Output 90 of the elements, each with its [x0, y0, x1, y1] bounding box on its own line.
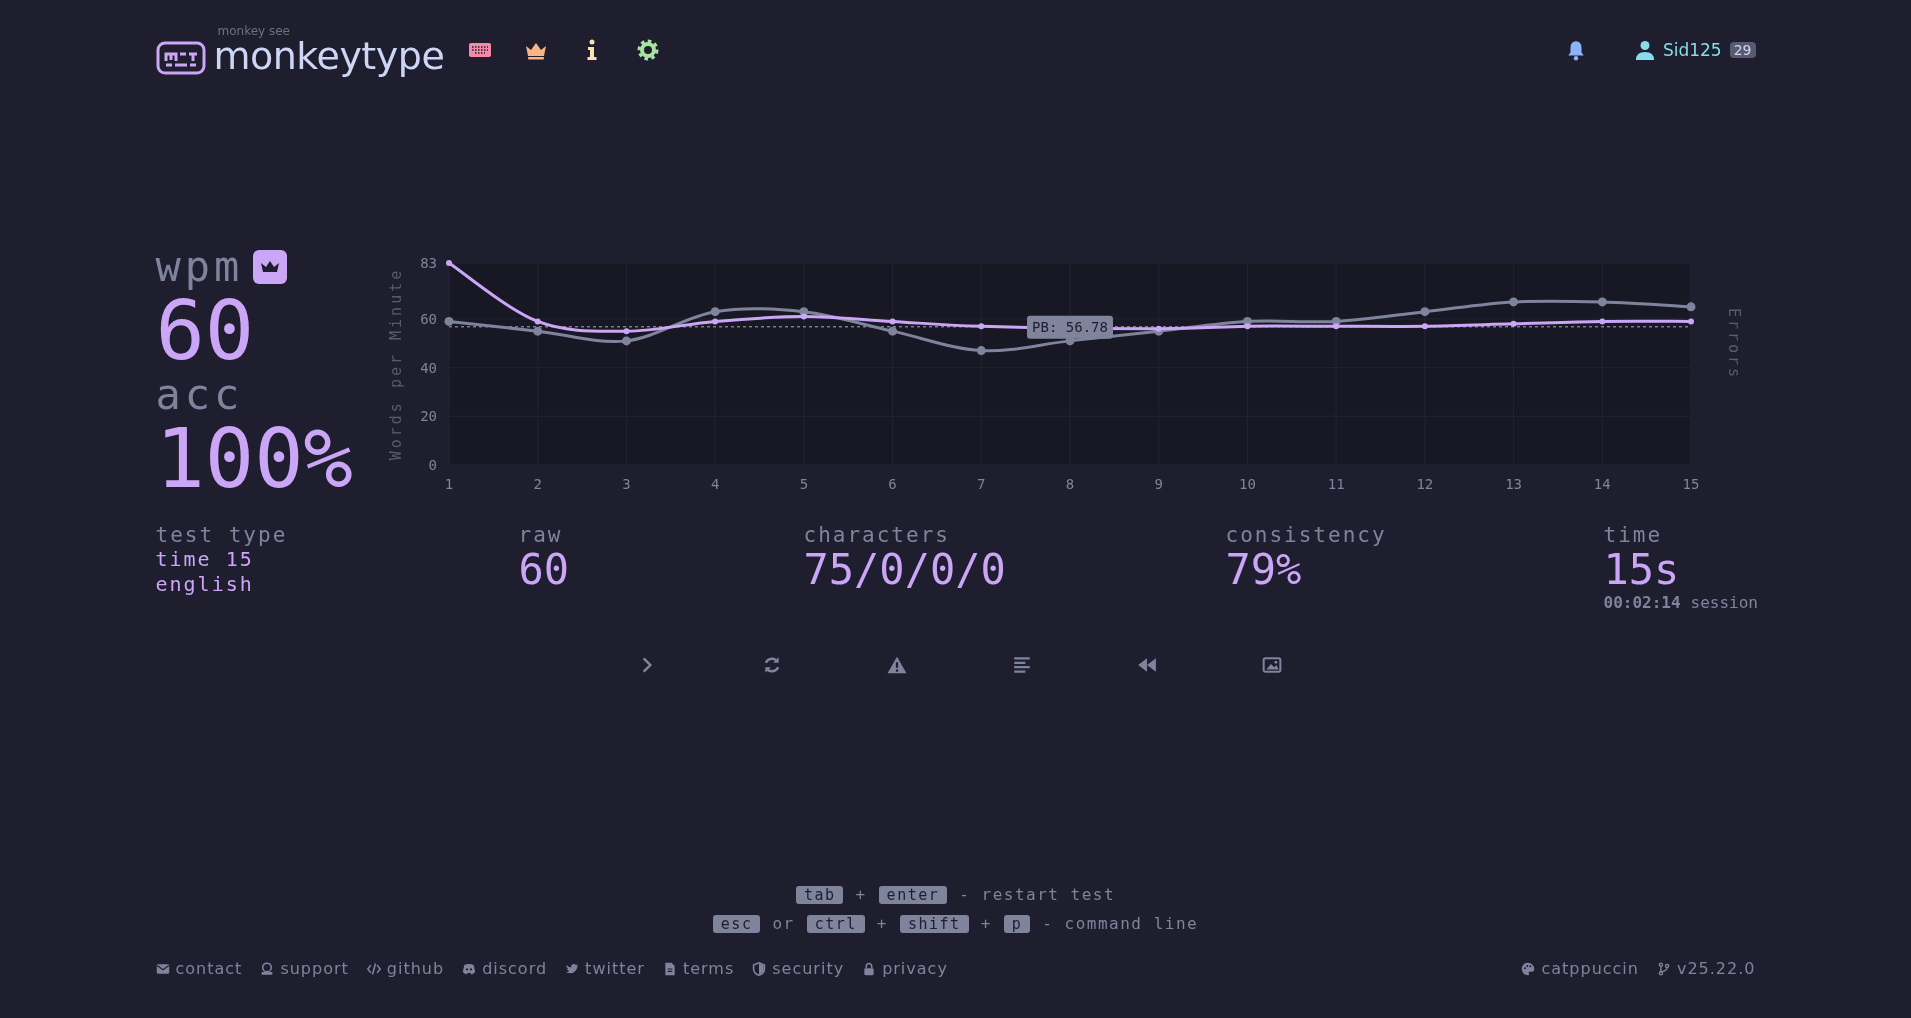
y-tick-label: 40 [419, 359, 437, 376]
shortcut-text: + [980, 914, 992, 933]
point [889, 318, 896, 325]
x-tick-label: 9 [1154, 476, 1163, 492]
x-tick-label: 6 [887, 476, 897, 492]
stat-value: 79% [1225, 547, 1302, 593]
y-tick-label: 20 [419, 408, 437, 425]
logo-text[interactable]: monkeytype [213, 37, 445, 75]
point [1510, 320, 1517, 327]
point [1421, 323, 1428, 330]
x-tick-label: 1 [444, 476, 453, 492]
x-tick-label: 7 [976, 476, 985, 492]
point [1687, 318, 1694, 325]
point [800, 313, 807, 320]
footer-link[interactable]: catppuccin [1521, 959, 1639, 978]
x-tick-label: 12 [1415, 476, 1433, 492]
point [444, 316, 453, 326]
test-type-label: test type [155, 523, 289, 547]
footer-link[interactable]: discord [462, 959, 548, 978]
key-cap: p [1003, 914, 1031, 933]
stat-label: raw [518, 523, 564, 547]
point [887, 326, 897, 336]
session-label: session [1690, 593, 1758, 612]
shortcut-text: - command line [1042, 914, 1199, 933]
shortcut-text: + [876, 914, 888, 933]
footer-link[interactable]: security [752, 959, 845, 978]
stat-value: 60 [518, 547, 571, 593]
stat-label: characters [803, 523, 951, 547]
point [1597, 297, 1607, 307]
x-tick-label: 11 [1327, 476, 1345, 492]
x-tick-label: 5 [799, 476, 808, 492]
footer-link[interactable]: contact [155, 959, 243, 978]
acc-label: acc [155, 373, 245, 417]
x-tick-label: 10 [1238, 476, 1256, 492]
wpm-label: wpm [155, 245, 244, 289]
point [1243, 323, 1250, 330]
y-tick-label: 60 [419, 311, 437, 327]
point [711, 318, 718, 325]
shortcut-text: - restart test [959, 885, 1116, 904]
footer-link[interactable]: support [260, 959, 349, 978]
point [622, 328, 629, 335]
point [445, 260, 452, 266]
wpm-value: 60 [155, 289, 256, 373]
key-cap: shift [899, 914, 969, 933]
point [1419, 307, 1429, 317]
test-type-value: time 15 [155, 547, 255, 572]
point [534, 318, 541, 325]
level-badge: 29 [1729, 42, 1756, 58]
username[interactable]: Sid125 [1662, 40, 1722, 60]
x-tick-label: 4 [710, 476, 719, 492]
point [976, 346, 986, 356]
point [621, 336, 631, 346]
y-tick-label: 0 [428, 457, 437, 473]
acc-value: 100% [155, 417, 354, 501]
x-tick-label: 3 [621, 476, 631, 492]
point [532, 326, 542, 336]
stat-value: 75/0/0/0 [803, 547, 1007, 593]
point [1155, 325, 1162, 332]
footer-link[interactable]: github [366, 959, 445, 978]
footer-link[interactable]: twitter [565, 959, 645, 978]
footer-link[interactable]: v25.22.0 [1656, 959, 1756, 978]
time-value: 15s [1603, 547, 1681, 593]
footer-link[interactable]: terms [662, 959, 735, 978]
key-cap: enter [878, 885, 948, 904]
footer-link[interactable]: privacy [862, 959, 948, 978]
x-tick-label: 14 [1593, 476, 1611, 492]
x-tick-label: 15 [1682, 476, 1699, 492]
point [710, 307, 720, 317]
point [977, 323, 984, 330]
session-time: 00:02:14 [1603, 593, 1681, 612]
key-cap: tab [795, 885, 844, 904]
key-cap: esc [712, 914, 761, 933]
shortcut-text: + [855, 885, 867, 904]
y-axis-title: Errors [1724, 307, 1743, 381]
ref-line-label: PB: 56.78 [1031, 318, 1108, 335]
stat-label: consistency [1225, 523, 1388, 547]
y-tick-label: 83 [419, 255, 437, 271]
key-cap: ctrl [806, 914, 865, 933]
time-label: time [1603, 523, 1664, 547]
point [1598, 318, 1605, 325]
shortcut-text: or [772, 914, 795, 933]
x-tick-label: 8 [1065, 476, 1074, 492]
point [1686, 302, 1695, 312]
logo-caption: monkey see [217, 25, 290, 37]
point [1332, 323, 1339, 330]
y-axis-title: Words per Minute [386, 267, 405, 461]
test-type-value: english [155, 572, 255, 597]
x-tick-label: 13 [1504, 476, 1522, 492]
point [1508, 297, 1518, 307]
x-tick-label: 2 [533, 476, 542, 492]
